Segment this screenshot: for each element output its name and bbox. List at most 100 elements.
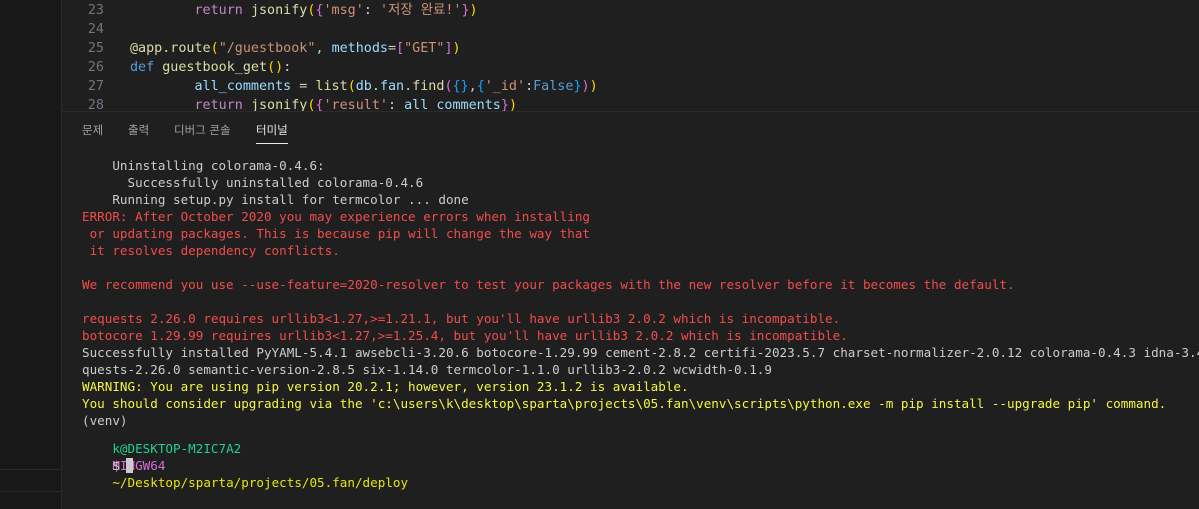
terminal-output-line: Uninstalling colorama-0.4.6:	[82, 158, 325, 173]
code-token: )	[589, 79, 598, 94]
code-token: methods	[331, 41, 388, 56]
code-token: '저장 완료!'	[379, 3, 462, 18]
line-number: 27	[87, 79, 104, 94]
code-token: )	[275, 60, 284, 75]
code-token: :	[283, 60, 292, 75]
terminal-output-line: Successfully uninstalled colorama-0.4.6	[82, 175, 424, 190]
code-token: )	[452, 41, 461, 56]
terminal-output-line: or updating packages. This is because pi…	[82, 226, 590, 241]
terminal[interactable]: Uninstalling colorama-0.4.6: Successfull…	[62, 148, 1199, 509]
code-token: '_id'	[484, 79, 526, 94]
code-line[interactable]: 24	[62, 20, 1199, 39]
terminal-output-line: We recommend you use --use-feature=2020-…	[82, 277, 1015, 292]
code-token: guestbook_get	[162, 60, 268, 75]
code-token: {}	[452, 79, 469, 94]
line-number: 25	[87, 41, 104, 56]
code-token: find	[412, 79, 445, 94]
code-token: @app.route	[130, 41, 211, 56]
terminal-output-line: You should consider upgrading via the 'c…	[82, 396, 1167, 411]
code-token: )	[469, 3, 478, 18]
code-token: (	[347, 79, 356, 94]
code-token: jsonify	[250, 98, 308, 111]
code-token: [	[396, 41, 405, 56]
code-token: :	[525, 79, 534, 94]
code-token: def	[130, 60, 155, 75]
code-text: return jsonify({'msg': '저장 완료!'})	[130, 1, 478, 20]
code-text: return jsonify({'result': all_comments})	[130, 96, 518, 111]
code-token: .	[371, 79, 380, 94]
code-text: all_comments = list(db.fan.find({},{'_id…	[130, 77, 598, 96]
code-token: =	[388, 41, 397, 56]
code-editor[interactable]: 23 return jsonify({'msg': '저장 완료!'}) 24 25…	[62, 0, 1199, 111]
line-number: 26	[87, 60, 104, 75]
code-token: {	[315, 3, 324, 18]
code-token: 'msg'	[323, 3, 364, 18]
code-token: }	[573, 79, 582, 94]
prompt-symbol: $	[112, 458, 120, 473]
sidebar-divider	[0, 491, 61, 492]
code-line[interactable]: 25 @app.route("/guestbook", methods=["GET…	[62, 39, 1199, 58]
code-token: ]	[444, 41, 453, 56]
code-token: ,	[468, 79, 477, 94]
code-token: all_comments	[194, 79, 292, 94]
code-token: }	[500, 98, 509, 111]
terminal-output-line: Successfully installed PyYAML-5.4.1 awse…	[82, 345, 1199, 360]
terminal-output-line: quests-2.26.0 semantic-version-2.8.5 six…	[82, 362, 772, 377]
line-number: 23	[87, 3, 104, 18]
line-number: 24	[87, 22, 104, 37]
code-line[interactable]: 23 return jsonify({'msg': '저장 완료!'})	[62, 1, 1199, 20]
panel-tab-1[interactable]: 출력	[128, 112, 149, 148]
code-line[interactable]: 26 def guestbook_get():	[62, 58, 1199, 77]
code-token: :	[388, 98, 405, 111]
line-number: 28	[87, 98, 104, 111]
code-token: return	[194, 98, 243, 111]
code-token: "/guestbook"	[218, 41, 316, 56]
code-token: :	[363, 3, 380, 18]
code-token: =	[291, 79, 316, 94]
code-token: .	[404, 79, 413, 94]
panel-tab-bar: 문제 출력 디버그 콘솔 터미널	[62, 112, 1199, 148]
code-token: all_comments	[404, 98, 501, 111]
code-token: False	[533, 79, 574, 94]
code-token: db	[355, 79, 372, 94]
code-text: @app.route("/guestbook", methods=["GET"]…	[130, 39, 461, 58]
prompt-path: ~/Desktop/sparta/projects/05.fan/deploy	[112, 475, 409, 490]
sidebar	[0, 0, 62, 509]
code-token: 'result'	[323, 98, 389, 111]
sidebar-divider	[0, 469, 61, 470]
terminal-input-line[interactable]: $	[82, 440, 133, 473]
code-token: (	[210, 41, 219, 56]
code-token: jsonify	[250, 3, 308, 18]
code-token: fan	[379, 79, 405, 94]
code-token: "GET"	[404, 41, 445, 56]
code-token: )	[581, 79, 590, 94]
code-token: )	[508, 98, 517, 111]
code-token: ,	[315, 41, 332, 56]
terminal-output-line: ERROR: After October 2020 you may experi…	[82, 209, 590, 224]
code-line[interactable]: 27 all_comments = list(db.fan.find({},{'…	[62, 77, 1199, 96]
terminal-prompt-info: k@DESKTOP-M2IC7A2 MINGW64 ~/Desktop/spar…	[82, 423, 408, 490]
code-text: def guestbook_get():	[130, 58, 291, 77]
terminal-output-line: WARNING: You are using pip version 20.2.…	[82, 379, 689, 394]
code-token: return	[194, 3, 243, 18]
terminal-output-line: requests 2.26.0 requires urllib3<1.27,>=…	[82, 311, 841, 326]
code-token: list	[315, 79, 348, 94]
code-token: (	[444, 79, 453, 94]
terminal-output-line: it resolves dependency conflicts.	[82, 243, 340, 258]
panel-tab-2[interactable]: 디버그 콘솔	[174, 112, 231, 148]
code-token: {	[476, 79, 485, 94]
terminal-cursor	[125, 458, 133, 473]
code-token: (	[267, 60, 276, 75]
code-token: {	[315, 98, 324, 111]
terminal-output-line: Running setup.py install for termcolor .…	[82, 192, 469, 207]
code-line[interactable]: 28 return jsonify({'result': all_comment…	[62, 96, 1199, 111]
code-token: }	[461, 3, 470, 18]
panel-tab-3[interactable]: 터미널	[256, 112, 288, 148]
terminal-output-line: botocore 1.29.99 requires urllib3<1.27,>…	[82, 328, 848, 343]
panel-tab-0[interactable]: 문제	[82, 112, 103, 148]
